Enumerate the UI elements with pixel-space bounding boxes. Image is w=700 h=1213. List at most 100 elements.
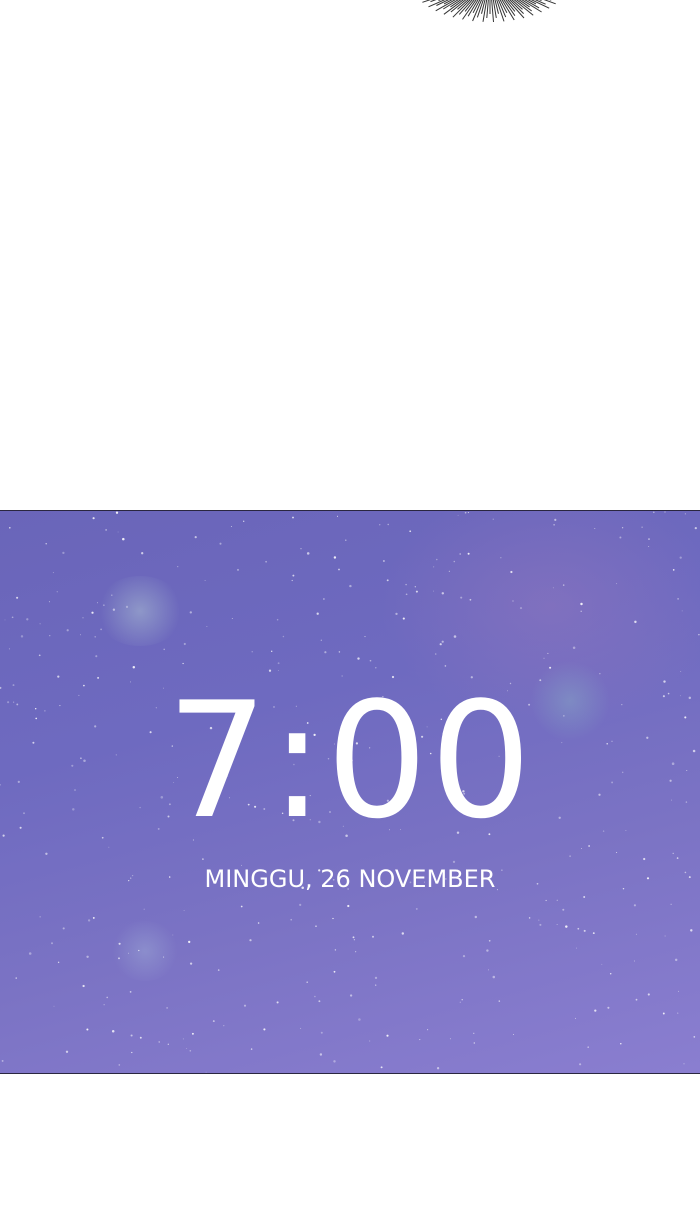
star bbox=[306, 552, 310, 555]
star bbox=[648, 545, 650, 547]
star bbox=[334, 949, 337, 951]
star bbox=[231, 618, 233, 619]
star bbox=[379, 524, 381, 526]
star bbox=[138, 949, 140, 952]
star bbox=[240, 905, 243, 908]
star bbox=[336, 515, 339, 517]
star bbox=[92, 517, 95, 520]
star bbox=[674, 958, 678, 962]
star bbox=[219, 542, 222, 545]
star bbox=[333, 970, 336, 973]
star bbox=[552, 587, 554, 589]
star bbox=[65, 1050, 69, 1053]
star bbox=[574, 1017, 577, 1019]
star bbox=[100, 628, 102, 631]
clock-date: MINGGU, 26 NOVEMBER bbox=[204, 865, 496, 893]
star bbox=[693, 1036, 696, 1038]
star bbox=[538, 919, 540, 921]
star bbox=[217, 969, 220, 971]
star bbox=[28, 952, 32, 955]
star bbox=[338, 568, 340, 571]
star bbox=[183, 910, 185, 911]
star bbox=[353, 939, 356, 941]
star bbox=[678, 990, 679, 992]
star bbox=[492, 975, 496, 979]
star bbox=[323, 598, 325, 600]
star bbox=[436, 1067, 440, 1070]
star bbox=[182, 1038, 184, 1040]
star bbox=[616, 583, 618, 585]
star bbox=[315, 925, 317, 927]
star bbox=[338, 651, 341, 653]
hair-strand bbox=[482, 0, 488, 22]
star bbox=[249, 939, 252, 942]
star bbox=[82, 984, 85, 988]
star bbox=[223, 1025, 225, 1027]
star bbox=[20, 635, 24, 638]
star bbox=[251, 651, 253, 653]
star bbox=[9, 527, 11, 529]
star bbox=[204, 579, 206, 582]
star bbox=[679, 556, 682, 559]
lock-screen-panel: 7:00 MINGGU, 26 NOVEMBER bbox=[0, 510, 700, 1074]
star bbox=[118, 1064, 121, 1066]
star bbox=[66, 629, 69, 632]
star bbox=[82, 617, 84, 619]
star bbox=[188, 940, 191, 944]
star bbox=[263, 1028, 266, 1031]
star bbox=[320, 1031, 323, 1034]
star bbox=[616, 851, 618, 854]
star bbox=[292, 516, 294, 519]
star bbox=[300, 548, 302, 550]
star bbox=[265, 560, 267, 563]
star bbox=[576, 947, 577, 949]
star bbox=[439, 643, 442, 646]
star bbox=[375, 984, 377, 986]
star bbox=[684, 513, 686, 515]
star bbox=[405, 583, 407, 586]
star bbox=[191, 1032, 194, 1035]
star bbox=[556, 899, 558, 901]
star bbox=[647, 993, 650, 996]
star bbox=[641, 526, 643, 528]
star bbox=[236, 568, 240, 571]
star bbox=[386, 1034, 389, 1037]
star bbox=[320, 639, 322, 641]
star bbox=[372, 935, 374, 938]
star bbox=[141, 552, 144, 555]
star bbox=[48, 601, 50, 603]
star bbox=[583, 896, 586, 898]
star bbox=[519, 607, 523, 610]
star bbox=[172, 934, 174, 936]
star bbox=[619, 536, 622, 539]
star bbox=[49, 635, 51, 637]
star bbox=[352, 936, 355, 939]
star bbox=[206, 626, 208, 627]
star bbox=[87, 919, 91, 922]
star bbox=[633, 960, 635, 962]
star bbox=[469, 598, 472, 601]
star bbox=[635, 998, 638, 1001]
star bbox=[56, 591, 58, 593]
star bbox=[97, 602, 98, 604]
star bbox=[364, 636, 366, 638]
star bbox=[128, 952, 129, 954]
star bbox=[143, 908, 145, 910]
star bbox=[62, 551, 65, 555]
star bbox=[122, 537, 125, 541]
star bbox=[115, 511, 119, 514]
star bbox=[554, 518, 557, 521]
star bbox=[579, 1063, 582, 1066]
star bbox=[299, 903, 302, 906]
star bbox=[45, 542, 47, 545]
star bbox=[583, 929, 586, 932]
star bbox=[4, 619, 6, 621]
star bbox=[448, 570, 450, 572]
hair-strands-drawing bbox=[422, 0, 556, 23]
star bbox=[1, 1059, 4, 1062]
star bbox=[189, 1050, 192, 1052]
star bbox=[635, 933, 637, 935]
star bbox=[677, 597, 680, 600]
star bbox=[572, 646, 576, 650]
star bbox=[51, 942, 53, 945]
